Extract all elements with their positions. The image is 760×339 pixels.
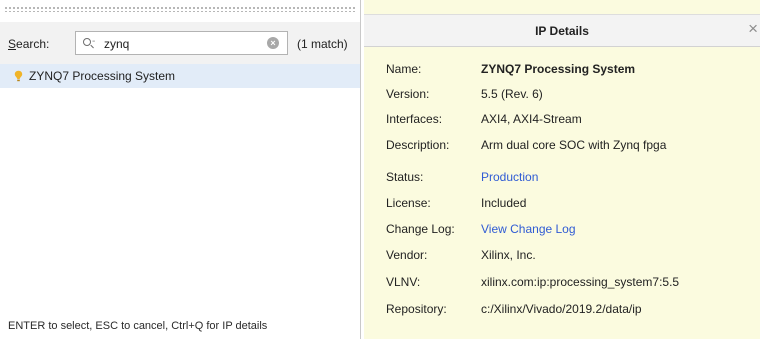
- detail-label: Vendor:: [386, 248, 428, 262]
- search-bar: Search: - × (1 match): [0, 22, 360, 65]
- match-count: (1 match): [297, 37, 348, 51]
- detail-label: Interfaces:: [386, 112, 443, 126]
- details-header: IP Details ×: [364, 14, 760, 47]
- search-field[interactable]: - ×: [75, 31, 288, 55]
- search-icon: [83, 38, 91, 46]
- detail-value-version: 5.5 (Rev. 6): [481, 87, 543, 101]
- ip-search-panel: Search: - × (1 match) ZYNQ7 Processing S…: [0, 0, 361, 339]
- detail-label: Status:: [386, 170, 424, 184]
- keyboard-hint: ENTER to select, ESC to cancel, Ctrl+Q f…: [8, 320, 268, 332]
- detail-label: License:: [386, 196, 431, 210]
- search-options-icon[interactable]: -: [92, 36, 95, 47]
- search-input[interactable]: [104, 36, 254, 51]
- detail-label: VLNV:: [386, 275, 421, 289]
- detail-label: Version:: [386, 87, 430, 101]
- status-link[interactable]: Production: [481, 170, 538, 184]
- detail-value-vendor: Xilinx, Inc.: [481, 248, 536, 262]
- detail-value-license: Included: [481, 196, 527, 210]
- search-label: Search:: [8, 37, 50, 51]
- detail-label: Repository:: [386, 302, 447, 316]
- result-list: ZYNQ7 Processing System: [0, 64, 360, 88]
- drag-handle[interactable]: [4, 6, 357, 12]
- clear-search-icon[interactable]: ×: [267, 37, 279, 49]
- detail-value-description: Arm dual core SOC with Zynq fpga: [481, 138, 667, 152]
- ip-details-panel: IP Details × Name: ZYNQ7 Processing Syst…: [364, 0, 760, 339]
- detail-value-interfaces: AXI4, AXI4-Stream: [481, 112, 582, 126]
- close-icon[interactable]: ×: [748, 19, 758, 39]
- detail-label: Description:: [386, 138, 450, 152]
- view-change-log-link[interactable]: View Change Log: [481, 222, 576, 236]
- details-title: IP Details: [535, 24, 589, 38]
- detail-value-repository: c:/Xilinx/Vivado/2019.2/data/ip: [481, 302, 642, 316]
- result-item-zynq7-processing-system[interactable]: ZYNQ7 Processing System: [0, 64, 360, 88]
- detail-value-name: ZYNQ7 Processing System: [481, 62, 636, 76]
- detail-value-vlnv: xilinx.com:ip:processing_system7:5.5: [481, 275, 680, 289]
- result-item-label: ZYNQ7 Processing System: [29, 69, 176, 83]
- detail-label: Name:: [386, 62, 422, 76]
- detail-label: Change Log:: [386, 222, 455, 236]
- ip-core-icon: [14, 70, 23, 81]
